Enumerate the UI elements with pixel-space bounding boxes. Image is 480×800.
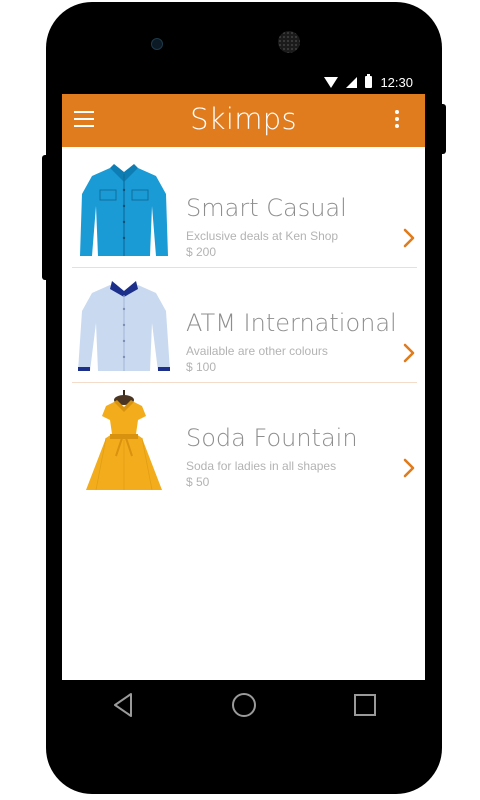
- item-price: $ 100: [186, 360, 217, 374]
- home-button[interactable]: [227, 688, 261, 722]
- yellow-dress-image: [86, 390, 162, 490]
- more-vert-icon[interactable]: [393, 110, 401, 132]
- system-nav-bar: [62, 680, 425, 730]
- light-blue-shirt-image: [78, 281, 170, 371]
- status-time: 12:30: [380, 74, 413, 90]
- back-button[interactable]: [106, 688, 140, 722]
- earpiece-speaker: [278, 31, 300, 53]
- item-subtitle: Available are other colours: [186, 344, 328, 358]
- item-title: ATM International: [186, 309, 397, 337]
- app-bar: Skimps: [62, 94, 425, 147]
- cell-signal-icon: [346, 76, 358, 88]
- item-price: $ 200: [186, 245, 217, 259]
- app-title: Skimps: [190, 102, 297, 136]
- list-item-smart-casual[interactable]: Smart Casual Exclusive deals at Ken Shop…: [72, 152, 417, 268]
- blue-shirt-image: [80, 164, 168, 256]
- product-list: Smart Casual Exclusive deals at Ken Shop…: [62, 147, 425, 680]
- item-title: Smart Casual: [186, 194, 347, 222]
- status-bar: 12:30: [62, 70, 425, 94]
- chevron-right-icon[interactable]: [403, 458, 415, 478]
- front-camera: [151, 38, 163, 50]
- list-item-soda-fountain[interactable]: Soda Fountain Soda for ladies in all sha…: [72, 382, 417, 497]
- chevron-right-icon[interactable]: [403, 343, 415, 363]
- item-subtitle: Soda for ladies in all shapes: [186, 459, 337, 473]
- list-item-atm-international[interactable]: ATM International Available are other co…: [72, 267, 417, 383]
- recents-button[interactable]: [348, 688, 382, 722]
- item-subtitle: Exclusive deals at Ken Shop: [186, 229, 339, 243]
- chevron-right-icon[interactable]: [403, 228, 415, 248]
- home-icon: [231, 693, 256, 717]
- battery-icon: [365, 74, 373, 88]
- wifi-icon: [324, 76, 339, 88]
- item-title: Soda Fountain: [186, 424, 358, 452]
- item-price: $ 50: [186, 475, 210, 489]
- back-icon: [113, 693, 132, 717]
- recents-icon: [353, 694, 376, 716]
